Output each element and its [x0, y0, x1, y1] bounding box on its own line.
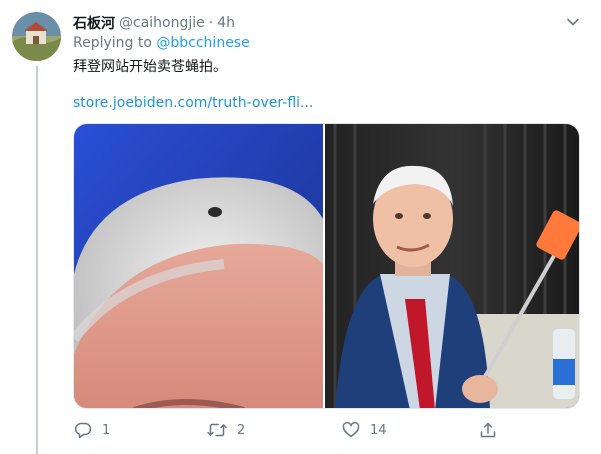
media-grid[interactable]: [73, 123, 580, 409]
separator-dot: ·: [208, 15, 214, 31]
tweet-header: 石板河 @caihongjie · 4h: [73, 13, 235, 33]
share-icon: [480, 422, 496, 438]
avatar[interactable]: [12, 12, 61, 61]
tweet-text: 拜登网站开始卖苍蝇拍。: [73, 59, 227, 75]
replying-to: Replying to @bbcchinese: [73, 35, 250, 51]
reply-button[interactable]: 1: [73, 418, 110, 442]
like-count: 14: [370, 422, 387, 438]
chevron-down-icon: [567, 18, 579, 26]
retweet-icon: [207, 423, 227, 437]
more-options-button[interactable]: [563, 12, 583, 32]
replying-to-link[interactable]: @bbcchinese: [156, 35, 249, 51]
like-icon: [342, 421, 360, 438]
tweet[interactable]: 石板河 @caihongjie · 4h Replying to @bbcchi…: [0, 0, 601, 454]
replying-label: Replying to: [73, 35, 152, 51]
like-button[interactable]: 14: [341, 418, 387, 442]
thread-line: [36, 66, 38, 454]
action-bar: 1 2 14: [73, 418, 503, 442]
user-handle[interactable]: @caihongjie: [119, 15, 205, 31]
display-name[interactable]: 石板河: [73, 13, 115, 33]
retweet-button[interactable]: 2: [206, 418, 245, 442]
share-button[interactable]: [478, 418, 498, 442]
media-image-left[interactable]: [74, 124, 323, 408]
media-image-right[interactable]: [325, 124, 579, 408]
reply-icon: [74, 422, 92, 439]
timestamp[interactable]: 4h: [217, 15, 235, 31]
reply-count: 1: [102, 422, 111, 438]
tweet-link[interactable]: store.joebiden.com/truth-over-fli...: [73, 95, 313, 111]
retweet-count: 2: [237, 422, 246, 438]
